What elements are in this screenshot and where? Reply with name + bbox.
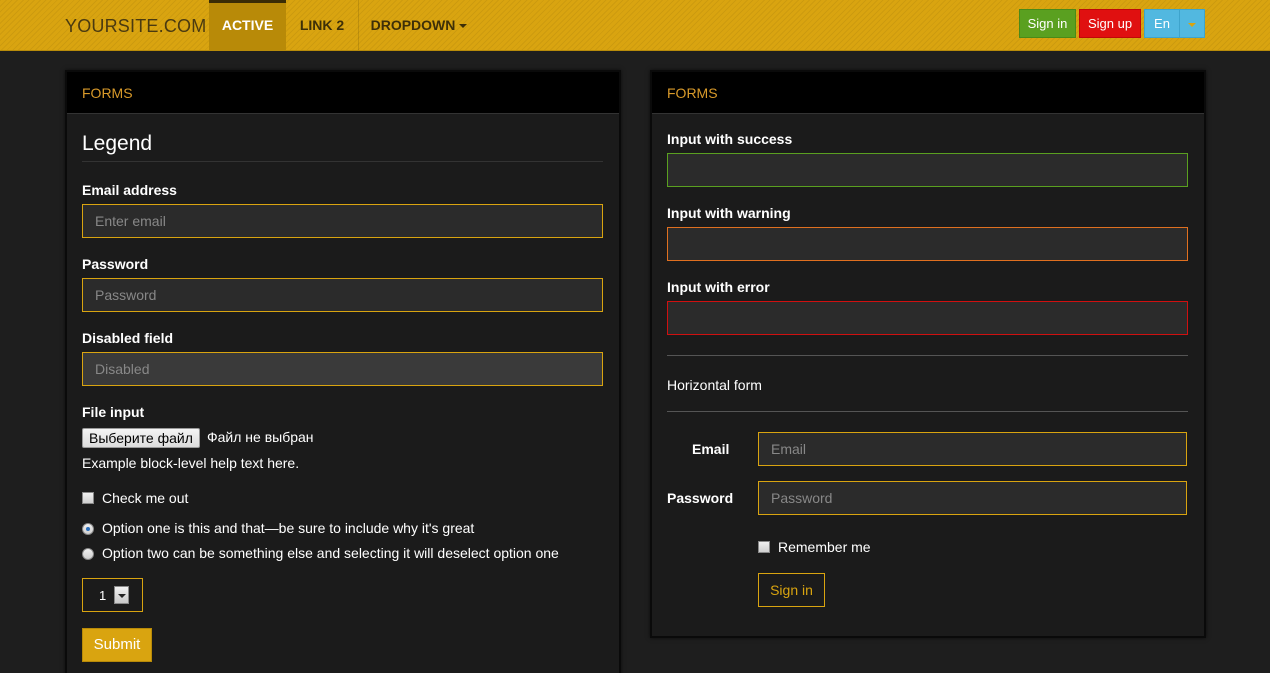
email-field[interactable]: Email — [758, 432, 1187, 466]
number-select[interactable]: 1 — [82, 578, 143, 612]
success-input[interactable] — [667, 153, 1188, 187]
nav-item-active[interactable]: ACTIVE — [209, 0, 286, 50]
chevron-down-icon — [1188, 22, 1196, 27]
check-me-out-checkbox[interactable] — [82, 492, 94, 504]
radio-option-two[interactable] — [82, 548, 94, 560]
chevron-down-icon[interactable] — [114, 586, 129, 604]
nav-dropdown-label: DROPDOWN — [370, 17, 456, 33]
chevron-down-icon — [459, 24, 468, 29]
divider — [667, 411, 1188, 412]
nav-divider — [358, 0, 359, 50]
warning-label: Input with warning — [667, 205, 791, 221]
password-field[interactable]: Password — [758, 481, 1187, 515]
signin-button[interactable]: Sign in — [758, 573, 825, 607]
forms-panel-right: FORMS Input with success Input with warn… — [650, 70, 1206, 638]
password-label: Password — [82, 256, 149, 272]
divider — [667, 355, 1188, 356]
panel-heading: FORMS — [67, 72, 619, 114]
language-dropdown-toggle[interactable] — [1179, 9, 1205, 38]
forms-panel-left: FORMS Legend Email address Enter email P… — [65, 70, 621, 673]
language-button[interactable]: En — [1144, 9, 1180, 38]
help-text: Example block-level help text here. — [82, 455, 300, 471]
nav-item-dropdown[interactable]: DROPDOWN — [364, 0, 474, 50]
checkbox-label: Check me out — [102, 490, 189, 506]
file-input-label: File input — [82, 404, 145, 420]
file-status-text: Файл не выбран — [207, 429, 314, 445]
success-label: Input with success — [667, 131, 793, 147]
disabled-label: Disabled field — [82, 330, 174, 346]
radio-option-two-label: Option two can be something else and sel… — [102, 545, 559, 561]
email-label: Email — [692, 441, 730, 457]
horizontal-form-title: Horizontal form — [667, 377, 762, 393]
password-label: Password — [667, 490, 734, 506]
remember-me-checkbox[interactable] — [758, 541, 770, 553]
brand-logo[interactable]: YOURSITE.COM — [65, 16, 206, 37]
error-input[interactable] — [667, 301, 1188, 335]
panel-heading: FORMS — [652, 72, 1204, 114]
file-choose-button[interactable]: Выберите файл — [82, 428, 200, 448]
signup-button[interactable]: Sign up — [1079, 9, 1141, 38]
submit-button[interactable]: Submit — [82, 628, 152, 662]
remember-me-label: Remember me — [778, 539, 871, 555]
email-field[interactable]: Enter email — [82, 204, 603, 238]
disabled-field: Disabled — [82, 352, 603, 386]
error-label: Input with error — [667, 279, 770, 295]
signin-button[interactable]: Sign in — [1019, 9, 1076, 38]
radio-option-one-label: Option one is this and that—be sure to i… — [102, 520, 475, 536]
warning-input[interactable] — [667, 227, 1188, 261]
select-value: 1 — [99, 588, 107, 603]
email-label: Email address — [82, 182, 177, 198]
form-legend: Legend — [82, 132, 603, 162]
password-field[interactable]: Password — [82, 278, 603, 312]
navbar: YOURSITE.COM ACTIVE LINK 2 DROPDOWN Sign… — [0, 0, 1270, 51]
radio-option-one[interactable] — [82, 523, 94, 535]
nav-item-link2[interactable]: LINK 2 — [290, 0, 354, 50]
